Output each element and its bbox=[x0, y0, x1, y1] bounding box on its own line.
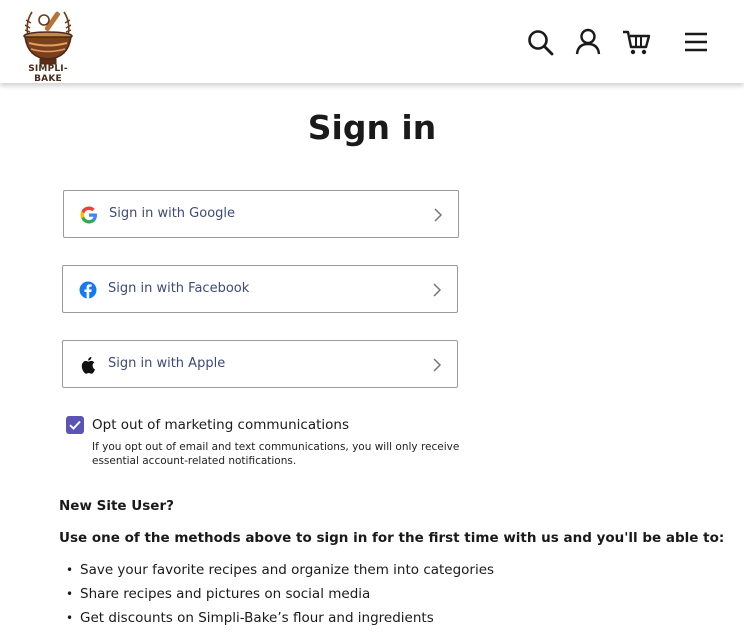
apple-signin-label: Sign in with Apple bbox=[108, 356, 226, 371]
benefit-text: Save your favorite recipes and organize … bbox=[80, 562, 495, 578]
list-item: • Get discounts on Simpli-Bake’s flour an… bbox=[66, 610, 434, 626]
google-icon bbox=[80, 206, 98, 224]
menu-icon[interactable] bbox=[680, 26, 712, 58]
facebook-signin-label: Sign in with Facebook bbox=[108, 281, 250, 296]
new-user-heading: New Site User? bbox=[59, 498, 174, 514]
new-user-intro: Use one of the methods above to sign in … bbox=[59, 530, 725, 546]
search-icon[interactable] bbox=[524, 26, 556, 58]
benefit-text: Share recipes and pictures on social med… bbox=[80, 586, 371, 602]
chevron-right-icon bbox=[431, 357, 443, 373]
benefits-list: • Save your favorite recipes and organize… bbox=[66, 561, 494, 633]
google-signin-button[interactable]: Sign in with Google bbox=[63, 190, 459, 238]
opt-out-checkbox[interactable] bbox=[66, 416, 84, 434]
chevron-right-icon bbox=[432, 207, 444, 223]
benefit-text: Get discounts on Simpli-Bake’s flour and… bbox=[80, 610, 434, 626]
facebook-signin-button[interactable]: Sign in with Facebook bbox=[62, 265, 458, 313]
apple-icon bbox=[79, 356, 97, 374]
account-icon[interactable] bbox=[572, 26, 604, 58]
checkmark-icon bbox=[69, 420, 81, 430]
list-item: • Save your favorite recipes and organize… bbox=[66, 562, 495, 578]
apple-signin-button[interactable]: Sign in with Apple bbox=[62, 340, 458, 388]
cart-icon[interactable] bbox=[620, 26, 652, 58]
list-item: • Share recipes and pictures on social me… bbox=[66, 586, 371, 602]
opt-out-note: If you opt out of email and text communi… bbox=[92, 441, 460, 467]
facebook-icon bbox=[79, 281, 97, 299]
opt-out-label[interactable]: Opt out of marketing communications bbox=[92, 417, 349, 433]
logo-text: SIMPLI-BAKE bbox=[28, 64, 68, 84]
page-title: Sign in bbox=[307, 108, 437, 147]
site-header: SIMPLI-BAKE bbox=[0, 0, 744, 84]
google-signin-label: Sign in with Google bbox=[109, 206, 236, 221]
chevron-right-icon bbox=[431, 282, 443, 298]
